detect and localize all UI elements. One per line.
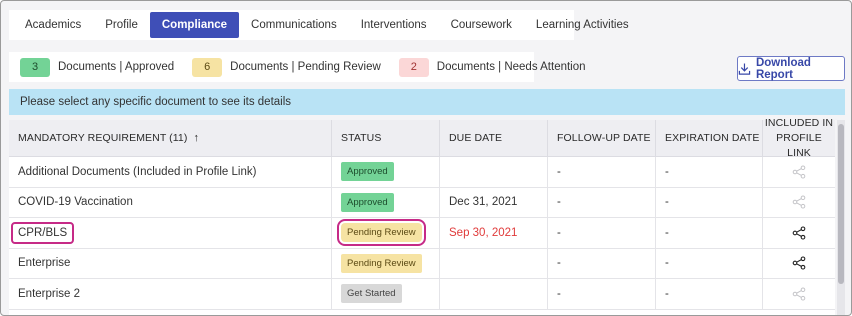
table-row[interactable]: CPR/BLS Pending Review Sep 30, 2021 - - bbox=[9, 218, 835, 249]
follow-up-date: - bbox=[548, 279, 656, 309]
follow-up-date: - bbox=[548, 218, 656, 248]
tab-compliance[interactable]: Compliance bbox=[149, 12, 240, 38]
attention-count-badge: 2 bbox=[398, 57, 429, 77]
header-included-in-profile-link: INCLUDED IN PROFILE LINK bbox=[763, 116, 835, 159]
status-badge: Get Started bbox=[341, 284, 402, 304]
status-cell: Approved bbox=[332, 157, 440, 187]
expiration-date: - bbox=[656, 157, 763, 187]
profile-link-cell bbox=[763, 218, 835, 248]
status-badge: Approved bbox=[341, 192, 394, 212]
header-follow-up-date: FOLLOW-UP DATE bbox=[548, 120, 656, 156]
requirement-name: COVID-19 Vaccination bbox=[9, 187, 332, 217]
download-icon bbox=[738, 62, 751, 75]
tab-academics[interactable]: Academics bbox=[13, 12, 93, 38]
due-date: Sep 30, 2021 bbox=[440, 218, 548, 248]
expiration-date: - bbox=[656, 187, 763, 217]
header-requirement[interactable]: MANDATORY REQUIREMENT (11) ↑ bbox=[9, 120, 332, 156]
due-date bbox=[440, 279, 548, 309]
sort-arrow-icon[interactable]: ↑ bbox=[193, 132, 199, 144]
due-date: Dec 31, 2021 bbox=[440, 187, 548, 217]
profile-link-cell bbox=[763, 279, 835, 309]
summary-pending: 6 Documents | Pending Review bbox=[192, 57, 381, 77]
pending-label: Documents | Pending Review bbox=[230, 61, 381, 73]
header-included-line1: INCLUDED IN bbox=[764, 116, 834, 129]
vertical-scrollbar[interactable] bbox=[837, 120, 845, 315]
requirement-name: Enterprise 2 bbox=[9, 279, 332, 309]
requirements-table: MANDATORY REQUIREMENT (11) ↑ STATUS DUE … bbox=[9, 116, 835, 315]
share-icon[interactable] bbox=[792, 195, 806, 209]
header-requirement-label: MANDATORY REQUIREMENT (11) bbox=[18, 132, 188, 144]
header-due-date: DUE DATE bbox=[440, 120, 548, 156]
status-cell: Pending Review bbox=[332, 218, 440, 248]
due-date bbox=[440, 248, 548, 278]
approved-count-badge: 3 bbox=[20, 57, 50, 77]
expiration-date: - bbox=[656, 248, 763, 278]
follow-up-date: - bbox=[548, 248, 656, 278]
approved-label: Documents | Approved bbox=[58, 61, 175, 73]
pending-count-badge: 6 bbox=[192, 57, 223, 77]
table-row[interactable]: Enterprise 2 Get Started - - bbox=[9, 279, 835, 310]
profile-link-cell bbox=[763, 157, 835, 187]
tab-interventions[interactable]: Interventions bbox=[349, 12, 439, 38]
requirement-name: Additional Documents (Included in Profil… bbox=[9, 157, 332, 187]
download-report-button[interactable]: Download Report bbox=[737, 56, 845, 81]
download-report-label: Download Report bbox=[755, 56, 811, 81]
tab-bar: Academics Profile Compliance Communicati… bbox=[9, 10, 629, 40]
table-row[interactable]: COVID-19 Vaccination Approved Dec 31, 20… bbox=[9, 187, 835, 218]
summary-approved: 3 Documents | Approved bbox=[20, 57, 175, 77]
follow-up-date: - bbox=[548, 157, 656, 187]
requirement-name-cell: CPR/BLS bbox=[9, 218, 332, 248]
header-status: STATUS bbox=[332, 120, 440, 156]
status-cell: Approved bbox=[332, 187, 440, 217]
info-message: Please select any specific document to s… bbox=[9, 89, 845, 115]
compliance-panel: Academics Profile Compliance Communicati… bbox=[0, 0, 852, 316]
scrollbar-thumb[interactable] bbox=[838, 124, 844, 284]
requirement-name: CPR/BLS bbox=[11, 221, 75, 244]
share-icon[interactable] bbox=[792, 287, 806, 301]
summary-attention: 2 Documents | Needs Attention bbox=[398, 57, 586, 77]
share-icon[interactable] bbox=[792, 165, 806, 179]
status-cell: Get Started bbox=[332, 279, 440, 309]
header-included-line2: PROFILE LINK bbox=[776, 131, 822, 159]
status-badge: Pending Review bbox=[337, 219, 426, 247]
tab-profile[interactable]: Profile bbox=[93, 12, 150, 38]
due-date bbox=[440, 157, 548, 187]
share-icon[interactable] bbox=[792, 226, 806, 240]
follow-up-date: - bbox=[548, 187, 656, 217]
requirement-name: Enterprise bbox=[9, 248, 332, 278]
attention-label: Documents | Needs Attention bbox=[436, 61, 586, 73]
expiration-date: - bbox=[656, 218, 763, 248]
status-badge: Approved bbox=[341, 162, 394, 182]
tab-communications[interactable]: Communications bbox=[239, 12, 349, 38]
table-row[interactable]: Additional Documents (Included in Profil… bbox=[9, 157, 835, 188]
share-icon[interactable] bbox=[792, 256, 806, 270]
profile-link-cell bbox=[763, 249, 835, 279]
profile-link-cell bbox=[763, 188, 835, 218]
header-expiration-date: EXPIRATION DATE bbox=[656, 120, 763, 156]
tab-learning-activities[interactable]: Learning Activities bbox=[524, 12, 641, 38]
tab-coursework[interactable]: Coursework bbox=[439, 12, 524, 38]
document-summary: 3 Documents | Approved 6 Documents | Pen… bbox=[9, 52, 586, 82]
status-cell: Pending Review bbox=[332, 248, 440, 278]
table-header: MANDATORY REQUIREMENT (11) ↑ STATUS DUE … bbox=[9, 116, 835, 159]
table-row[interactable]: Enterprise Pending Review - - bbox=[9, 248, 835, 279]
status-badge: Pending Review bbox=[341, 253, 422, 273]
expiration-date: - bbox=[656, 279, 763, 309]
